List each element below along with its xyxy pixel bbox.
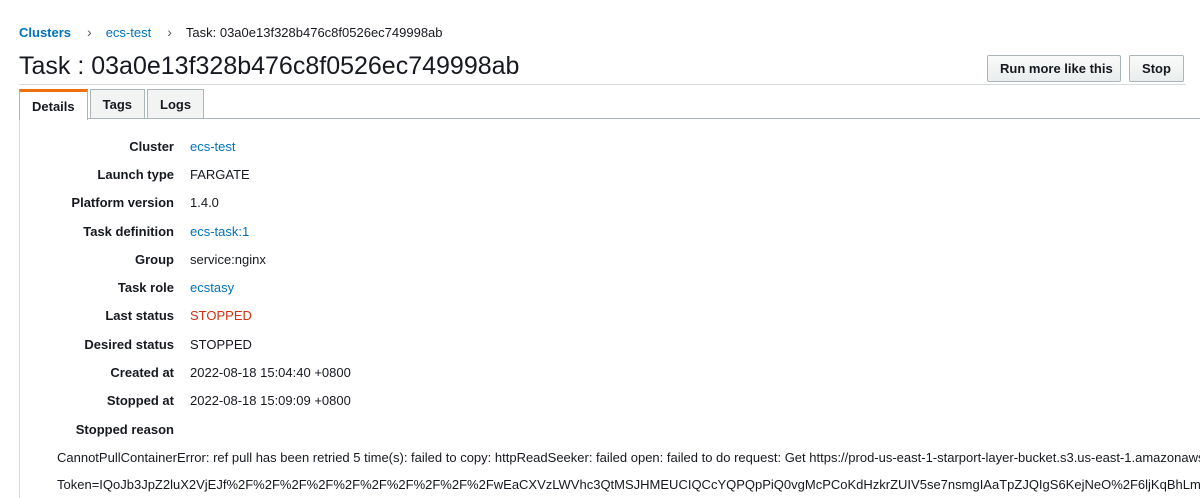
- last-status-badge: STOPPED: [190, 308, 252, 324]
- detail-label: Desired status: [84, 336, 174, 352]
- detail-label: Platform version: [71, 195, 174, 211]
- created-at-value: 2022-08-18 15:04:40 +0800: [190, 365, 351, 381]
- detail-row-task-role: Task role ecstasy: [20, 273, 1200, 301]
- tab-bar: Details Tags Logs: [19, 89, 206, 120]
- tab-logs[interactable]: Logs: [147, 89, 205, 119]
- task-role-link[interactable]: ecstasy: [190, 280, 234, 295]
- cluster-link[interactable]: ecs-test: [190, 139, 236, 154]
- detail-row-platform-version: Platform version 1.4.0: [20, 189, 1200, 217]
- stopped-reason-text-line-2: Token=IQoJb3JpZ2luX2VjEJf%2F%2F%2F%2F%2F…: [57, 477, 1200, 492]
- tab-panel-divider: [19, 118, 1200, 119]
- title-divider: [19, 84, 1186, 85]
- detail-label: Task definition: [83, 223, 174, 239]
- detail-label: Task role: [117, 280, 174, 296]
- detail-row-launch-type: Launch type FARGATE: [20, 160, 1200, 188]
- task-definition-link[interactable]: ecs-task:1: [190, 224, 249, 239]
- detail-row-last-status: Last status STOPPED: [20, 302, 1200, 330]
- task-details-panel: Cluster ecs-test Launch type FARGATE Pla…: [20, 132, 1200, 443]
- chevron-right-icon: ›: [167, 24, 172, 40]
- detail-label: Stopped at: [106, 393, 174, 409]
- breadcrumb-clusters-link[interactable]: Clusters: [19, 25, 71, 40]
- tab-tags[interactable]: Tags: [89, 89, 146, 119]
- platform-version-value: 1.4.0: [190, 195, 219, 211]
- stopped-reason-text-line-1: CannotPullContainerError: ref pull has b…: [57, 450, 1200, 465]
- stopped-at-value: 2022-08-18 15:09:09 +0800: [190, 393, 351, 409]
- detail-row-cluster: Cluster ecs-test: [20, 132, 1200, 160]
- detail-label: Cluster: [129, 138, 174, 154]
- detail-label: Group: [135, 251, 174, 267]
- desired-status-value: STOPPED: [190, 336, 252, 352]
- detail-row-created-at: Created at 2022-08-18 15:04:40 +0800: [20, 358, 1200, 386]
- tab-details[interactable]: Details: [19, 89, 88, 120]
- run-more-like-this-button[interactable]: Run more like this: [987, 55, 1121, 82]
- stop-button[interactable]: Stop: [1129, 55, 1184, 82]
- detail-row-desired-status: Desired status STOPPED: [20, 330, 1200, 358]
- detail-row-stopped-reason: Stopped reason: [20, 415, 1200, 443]
- detail-row-group: Group service:nginx: [20, 245, 1200, 273]
- detail-label: Last status: [105, 308, 174, 324]
- breadcrumb-cluster-link[interactable]: ecs-test: [106, 25, 152, 40]
- detail-label: Launch type: [97, 166, 174, 182]
- detail-label: Created at: [110, 365, 174, 381]
- chevron-right-icon: ›: [87, 24, 92, 40]
- detail-row-task-definition: Task definition ecs-task:1: [20, 217, 1200, 245]
- group-value: service:nginx: [190, 251, 266, 267]
- detail-row-stopped-at: Stopped at 2022-08-18 15:09:09 +0800: [20, 387, 1200, 415]
- breadcrumb: Clusters › ecs-test › Task: 03a0e13f328b…: [19, 22, 443, 42]
- detail-label: Stopped reason: [75, 421, 174, 437]
- page-title: Task : 03a0e13f328b476c8f0526ec749998ab: [19, 52, 520, 80]
- breadcrumb-current-task: Task: 03a0e13f328b476c8f0526ec749998ab: [185, 24, 443, 40]
- launch-type-value: FARGATE: [190, 166, 250, 182]
